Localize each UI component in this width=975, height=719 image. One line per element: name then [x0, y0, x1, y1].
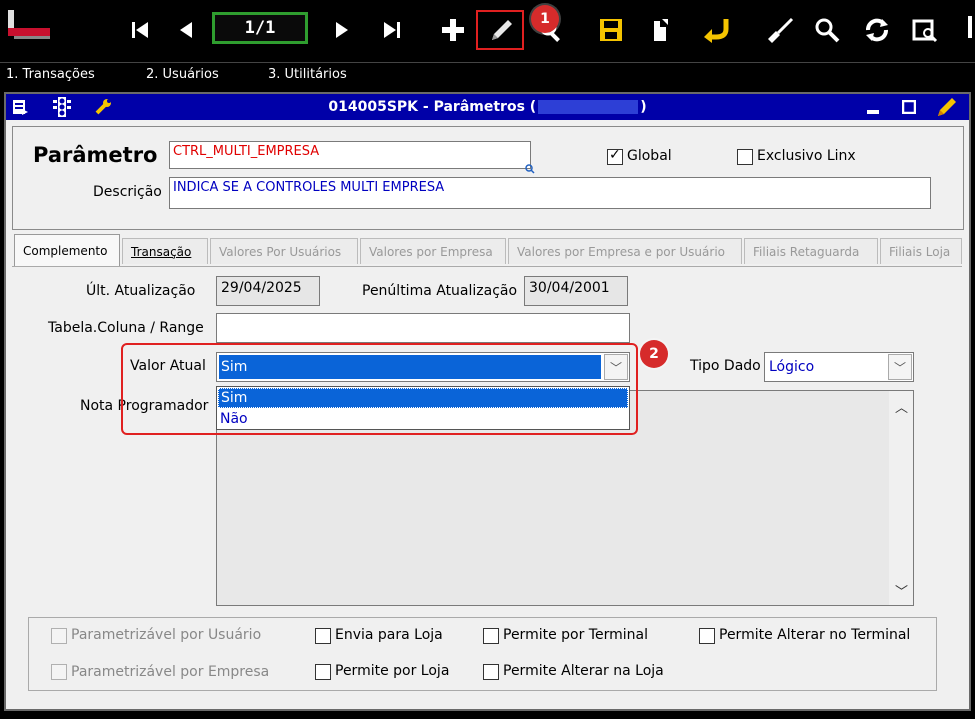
highlight-box	[121, 343, 638, 435]
first-record-icon[interactable]	[128, 10, 154, 50]
previous-record-icon[interactable]	[176, 10, 198, 50]
parametrizavel-usuario-label: Parametrizável por Usuário	[71, 627, 262, 643]
next-record-icon[interactable]	[330, 10, 352, 50]
tab-valores-por-empresa[interactable]: Valores por Empresa	[360, 238, 506, 264]
tipo-dado-current: Lógico	[769, 359, 815, 375]
tab-filiais-loja[interactable]: Filiais Loja	[880, 238, 962, 264]
permite-alterar-loja-checkbox[interactable]	[483, 664, 499, 680]
global-label: Global	[627, 148, 672, 164]
step-badge-2: 2	[640, 340, 668, 368]
ult-atualizacao-value: 29/04/2025	[216, 276, 320, 306]
step-badge-1: 1	[531, 5, 559, 33]
chevron-up-icon[interactable]: ︿	[895, 397, 908, 416]
lookup-icon[interactable]	[525, 163, 535, 178]
envia-loja-checkbox[interactable]	[315, 628, 331, 644]
chevron-down-icon[interactable]: ﹀	[895, 581, 908, 600]
last-record-icon[interactable]	[378, 10, 404, 50]
menu-transacoes[interactable]: 1. Transações	[6, 67, 95, 82]
toolbar: 1/1 1	[0, 0, 975, 62]
tabela-coluna-label: Tabela.Coluna / Range	[48, 320, 204, 336]
scrollbar[interactable]: ︿ ﹀	[889, 391, 913, 605]
header-panel: Parâmetro CTRL_MULTI_EMPRESA Global Excl…	[12, 126, 964, 230]
record-pager[interactable]: 1/1	[212, 12, 308, 44]
tabela-coluna-input[interactable]	[216, 313, 630, 343]
chevron-down-icon[interactable]: ﹀	[888, 354, 912, 380]
permite-loja-checkbox[interactable]	[315, 664, 331, 680]
find-icon[interactable]	[812, 10, 842, 50]
edit-button[interactable]	[476, 10, 524, 50]
maximize-icon[interactable]	[901, 99, 917, 118]
permite-alterar-terminal-label: Permite Alterar no Terminal	[719, 627, 911, 643]
clear-icon[interactable]	[762, 10, 796, 50]
tab-valores-por-usuarios[interactable]: Valores Por Usuários	[210, 238, 358, 264]
add-icon[interactable]	[438, 10, 468, 50]
toolbar-overflow	[968, 16, 972, 38]
menu-usuarios[interactable]: 2. Usuários	[146, 67, 219, 82]
parametros-window: 014005SPK - Parâmetros () Parâmetro CTRL…	[4, 92, 971, 711]
tab-complemento[interactable]: Complemento	[14, 234, 120, 266]
permite-terminal-label: Permite por Terminal	[503, 627, 648, 643]
permite-alterar-loja-label: Permite Alterar na Loja	[503, 663, 664, 679]
parametrizavel-usuario-checkbox[interactable]	[51, 628, 67, 644]
redacted-block	[538, 100, 639, 114]
descricao-input[interactable]: INDICA SE A CONTROLES MULTI EMPRESA	[169, 177, 931, 209]
menu-utilitarios[interactable]: 3. Utilitários	[268, 67, 347, 82]
parametro-label: Parâmetro	[33, 143, 158, 167]
minimize-icon[interactable]	[866, 101, 880, 119]
exclusivo-linx-checkbox[interactable]	[737, 149, 753, 165]
ult-atualizacao-label: Últ. Atualização	[86, 283, 196, 299]
tab-filiais-retaguarda[interactable]: Filiais Retaguarda	[744, 238, 878, 264]
flags-panel: Parametrizável por Usuário Parametrizáve…	[28, 617, 937, 691]
permite-terminal-checkbox[interactable]	[483, 628, 499, 644]
window-titlebar: 014005SPK - Parâmetros ()	[6, 94, 969, 120]
global-checkbox[interactable]	[607, 147, 623, 165]
permite-loja-label: Permite por Loja	[335, 663, 450, 679]
tipo-dado-select[interactable]: Lógico ﹀	[764, 352, 914, 382]
refresh-icon[interactable]	[862, 10, 892, 50]
parametrizavel-empresa-label: Parametrizável por Empresa	[71, 664, 270, 680]
copy-icon[interactable]	[646, 10, 676, 50]
tab-strip: Complemento Transação Valores Por Usuári…	[12, 234, 962, 267]
penultima-atualizacao-label: Penúltima Atualização	[362, 283, 518, 299]
tab-valores-por-empresa-e-usuario[interactable]: Valores por Empresa e por Usuário	[508, 238, 742, 264]
exclusivo-linx-label: Exclusivo Linx	[757, 148, 856, 164]
tipo-dado-label: Tipo Dado	[690, 358, 761, 374]
window-title: 014005SPK - Parâmetros ()	[328, 99, 647, 115]
parametro-input[interactable]: CTRL_MULTI_EMPRESA	[169, 141, 531, 169]
penultima-atualizacao-value: 30/04/2001	[524, 276, 628, 306]
permite-alterar-terminal-checkbox[interactable]	[699, 628, 715, 644]
undo-icon[interactable]	[700, 10, 732, 50]
pencil-icon[interactable]	[936, 96, 958, 122]
edit-icon	[492, 20, 512, 40]
parametrizavel-empresa-checkbox[interactable]	[51, 664, 67, 680]
logo-icon	[8, 10, 56, 40]
tab-transacao[interactable]: Transação	[122, 238, 208, 264]
menu-bar: 1. Transações 2. Usuários 3. Utilitários	[0, 62, 975, 87]
descricao-label: Descrição	[93, 184, 162, 200]
envia-loja-label: Envia para Loja	[335, 627, 443, 643]
report-icon[interactable]	[910, 10, 940, 50]
save-icon[interactable]	[596, 10, 626, 50]
